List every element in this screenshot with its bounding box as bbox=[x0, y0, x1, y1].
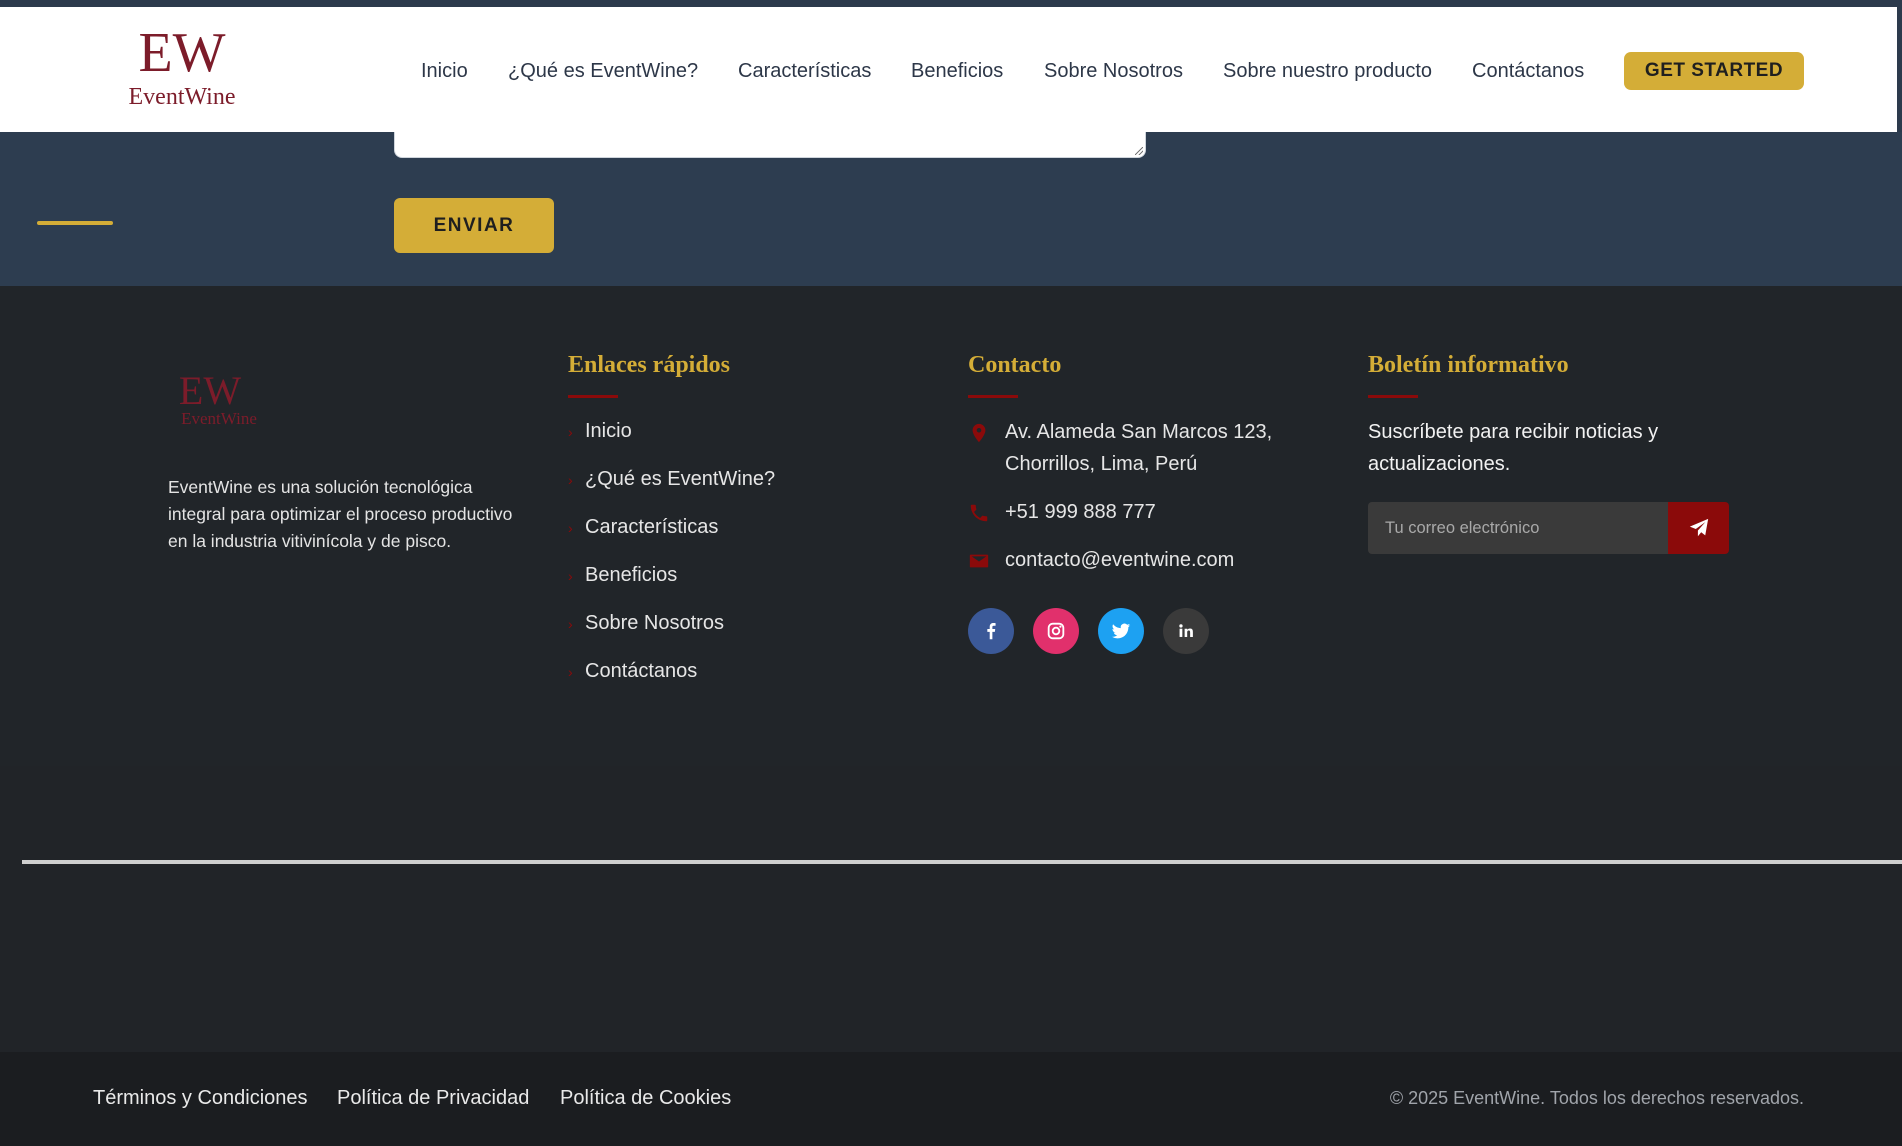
section-accent-line bbox=[37, 221, 113, 225]
nav-link-sobre-producto[interactable]: Sobre nuestro producto bbox=[1223, 60, 1432, 83]
email-text[interactable]: contacto@eventwine.com bbox=[1005, 544, 1335, 576]
location-pin-icon bbox=[972, 423, 986, 443]
instagram-link[interactable] bbox=[1033, 608, 1079, 654]
nav-link-sobre-nosotros[interactable]: Sobre Nosotros bbox=[1044, 60, 1183, 83]
paper-plane-icon bbox=[1689, 518, 1708, 537]
nav-link-que-es[interactable]: ¿Qué es EventWine? bbox=[508, 60, 698, 83]
logo-wordmark: EventWine bbox=[129, 84, 236, 110]
footer-link-inicio[interactable]: › Inicio bbox=[568, 420, 632, 450]
footer-link-label: Inicio bbox=[585, 420, 632, 442]
footer-link-label: ¿Qué es EventWine? bbox=[585, 468, 776, 490]
footer-link-sobre-nosotros[interactable]: › Sobre Nosotros bbox=[568, 612, 724, 642]
footer: EW EventWine EventWine es una solución t… bbox=[0, 286, 1902, 1146]
footer-link-label: Beneficios bbox=[585, 564, 678, 586]
contact-email: contacto@eventwine.com bbox=[968, 544, 1348, 576]
chevron-right-icon: › bbox=[568, 616, 573, 632]
phone-text[interactable]: +51 999 888 777 bbox=[1005, 496, 1335, 528]
privacy-link[interactable]: Política de Privacidad bbox=[337, 1087, 529, 1110]
instagram-icon bbox=[1047, 622, 1065, 640]
nav-link-beneficios[interactable]: Beneficios bbox=[911, 60, 1003, 83]
address-text: Av. Alameda San Marcos 123, Chorrillos, … bbox=[1005, 421, 1273, 475]
logo-monogram: EW bbox=[138, 25, 225, 84]
footer-bottom-bar: Términos y Condiciones Política de Priva… bbox=[0, 1052, 1902, 1146]
newsletter-email-input[interactable] bbox=[1368, 502, 1668, 554]
footer-link-label: Contáctanos bbox=[585, 660, 698, 682]
envelope-icon bbox=[969, 554, 989, 568]
linkedin-link[interactable] bbox=[1163, 608, 1209, 654]
enviar-button[interactable]: ENVIAR bbox=[394, 198, 554, 253]
footer-logo[interactable]: EW EventWine bbox=[172, 366, 262, 426]
chevron-right-icon: › bbox=[568, 472, 573, 488]
footer-link-caracteristicas[interactable]: › Características bbox=[568, 516, 718, 546]
quick-links-underline bbox=[568, 395, 618, 398]
chevron-right-icon: › bbox=[568, 424, 573, 440]
footer-link-que-es[interactable]: › ¿Qué es EventWine? bbox=[568, 468, 775, 498]
newsletter-submit-button[interactable] bbox=[1668, 502, 1729, 554]
cookies-link[interactable]: Política de Cookies bbox=[560, 1087, 731, 1110]
footer-link-label: Características bbox=[585, 516, 719, 538]
footer-link-beneficios[interactable]: › Beneficios bbox=[568, 564, 677, 594]
terms-link[interactable]: Términos y Condiciones bbox=[93, 1087, 308, 1110]
contact-address: Av. Alameda San Marcos 123, Chorrillos, … bbox=[968, 416, 1348, 480]
phone-icon bbox=[970, 504, 988, 522]
quick-links-title: Enlaces rápidos bbox=[568, 352, 731, 378]
footer-link-contactanos[interactable]: › Contáctanos bbox=[568, 660, 697, 690]
top-strip bbox=[0, 0, 1902, 7]
navbar: EW EventWine Inicio ¿Qué es EventWine? C… bbox=[0, 7, 1902, 132]
contact-title: Contacto bbox=[968, 352, 1062, 378]
resize-grip-icon[interactable] bbox=[1135, 147, 1143, 155]
facebook-link[interactable] bbox=[968, 608, 1014, 654]
contact-phone: +51 999 888 777 bbox=[968, 496, 1348, 528]
contact-underline bbox=[968, 395, 1018, 398]
horizontal-scrollbar[interactable] bbox=[22, 860, 1902, 864]
social-links bbox=[968, 608, 1268, 654]
footer-link-label: Sobre Nosotros bbox=[585, 612, 724, 634]
eventwine-logo[interactable]: EW EventWine bbox=[118, 25, 246, 110]
nav-link-inicio[interactable]: Inicio bbox=[421, 60, 468, 83]
newsletter-underline bbox=[1368, 395, 1418, 398]
facebook-icon bbox=[987, 623, 996, 640]
footer-logo-wordmark: EventWine bbox=[181, 409, 257, 426]
twitter-icon bbox=[1111, 623, 1131, 639]
footer-logo-monogram: EW bbox=[179, 368, 241, 413]
newsletter-description: Suscríbete para recibir noticias y actua… bbox=[1368, 421, 1659, 475]
chevron-right-icon: › bbox=[568, 568, 573, 584]
nav-link-contactanos[interactable]: Contáctanos bbox=[1472, 60, 1584, 83]
twitter-link[interactable] bbox=[1098, 608, 1144, 654]
get-started-button[interactable]: GET STARTED bbox=[1624, 52, 1804, 90]
newsletter-title: Boletín informativo bbox=[1368, 352, 1569, 378]
footer-about-text: EventWine es una solución tecnológica in… bbox=[168, 477, 513, 551]
copyright-text: © 2025 EventWine. Todos los derechos res… bbox=[1389, 1088, 1804, 1108]
linkedin-icon bbox=[1179, 624, 1193, 637]
chevron-right-icon: › bbox=[568, 664, 573, 680]
chevron-right-icon: › bbox=[568, 520, 573, 536]
nav-link-caracteristicas[interactable]: Características bbox=[738, 60, 871, 83]
